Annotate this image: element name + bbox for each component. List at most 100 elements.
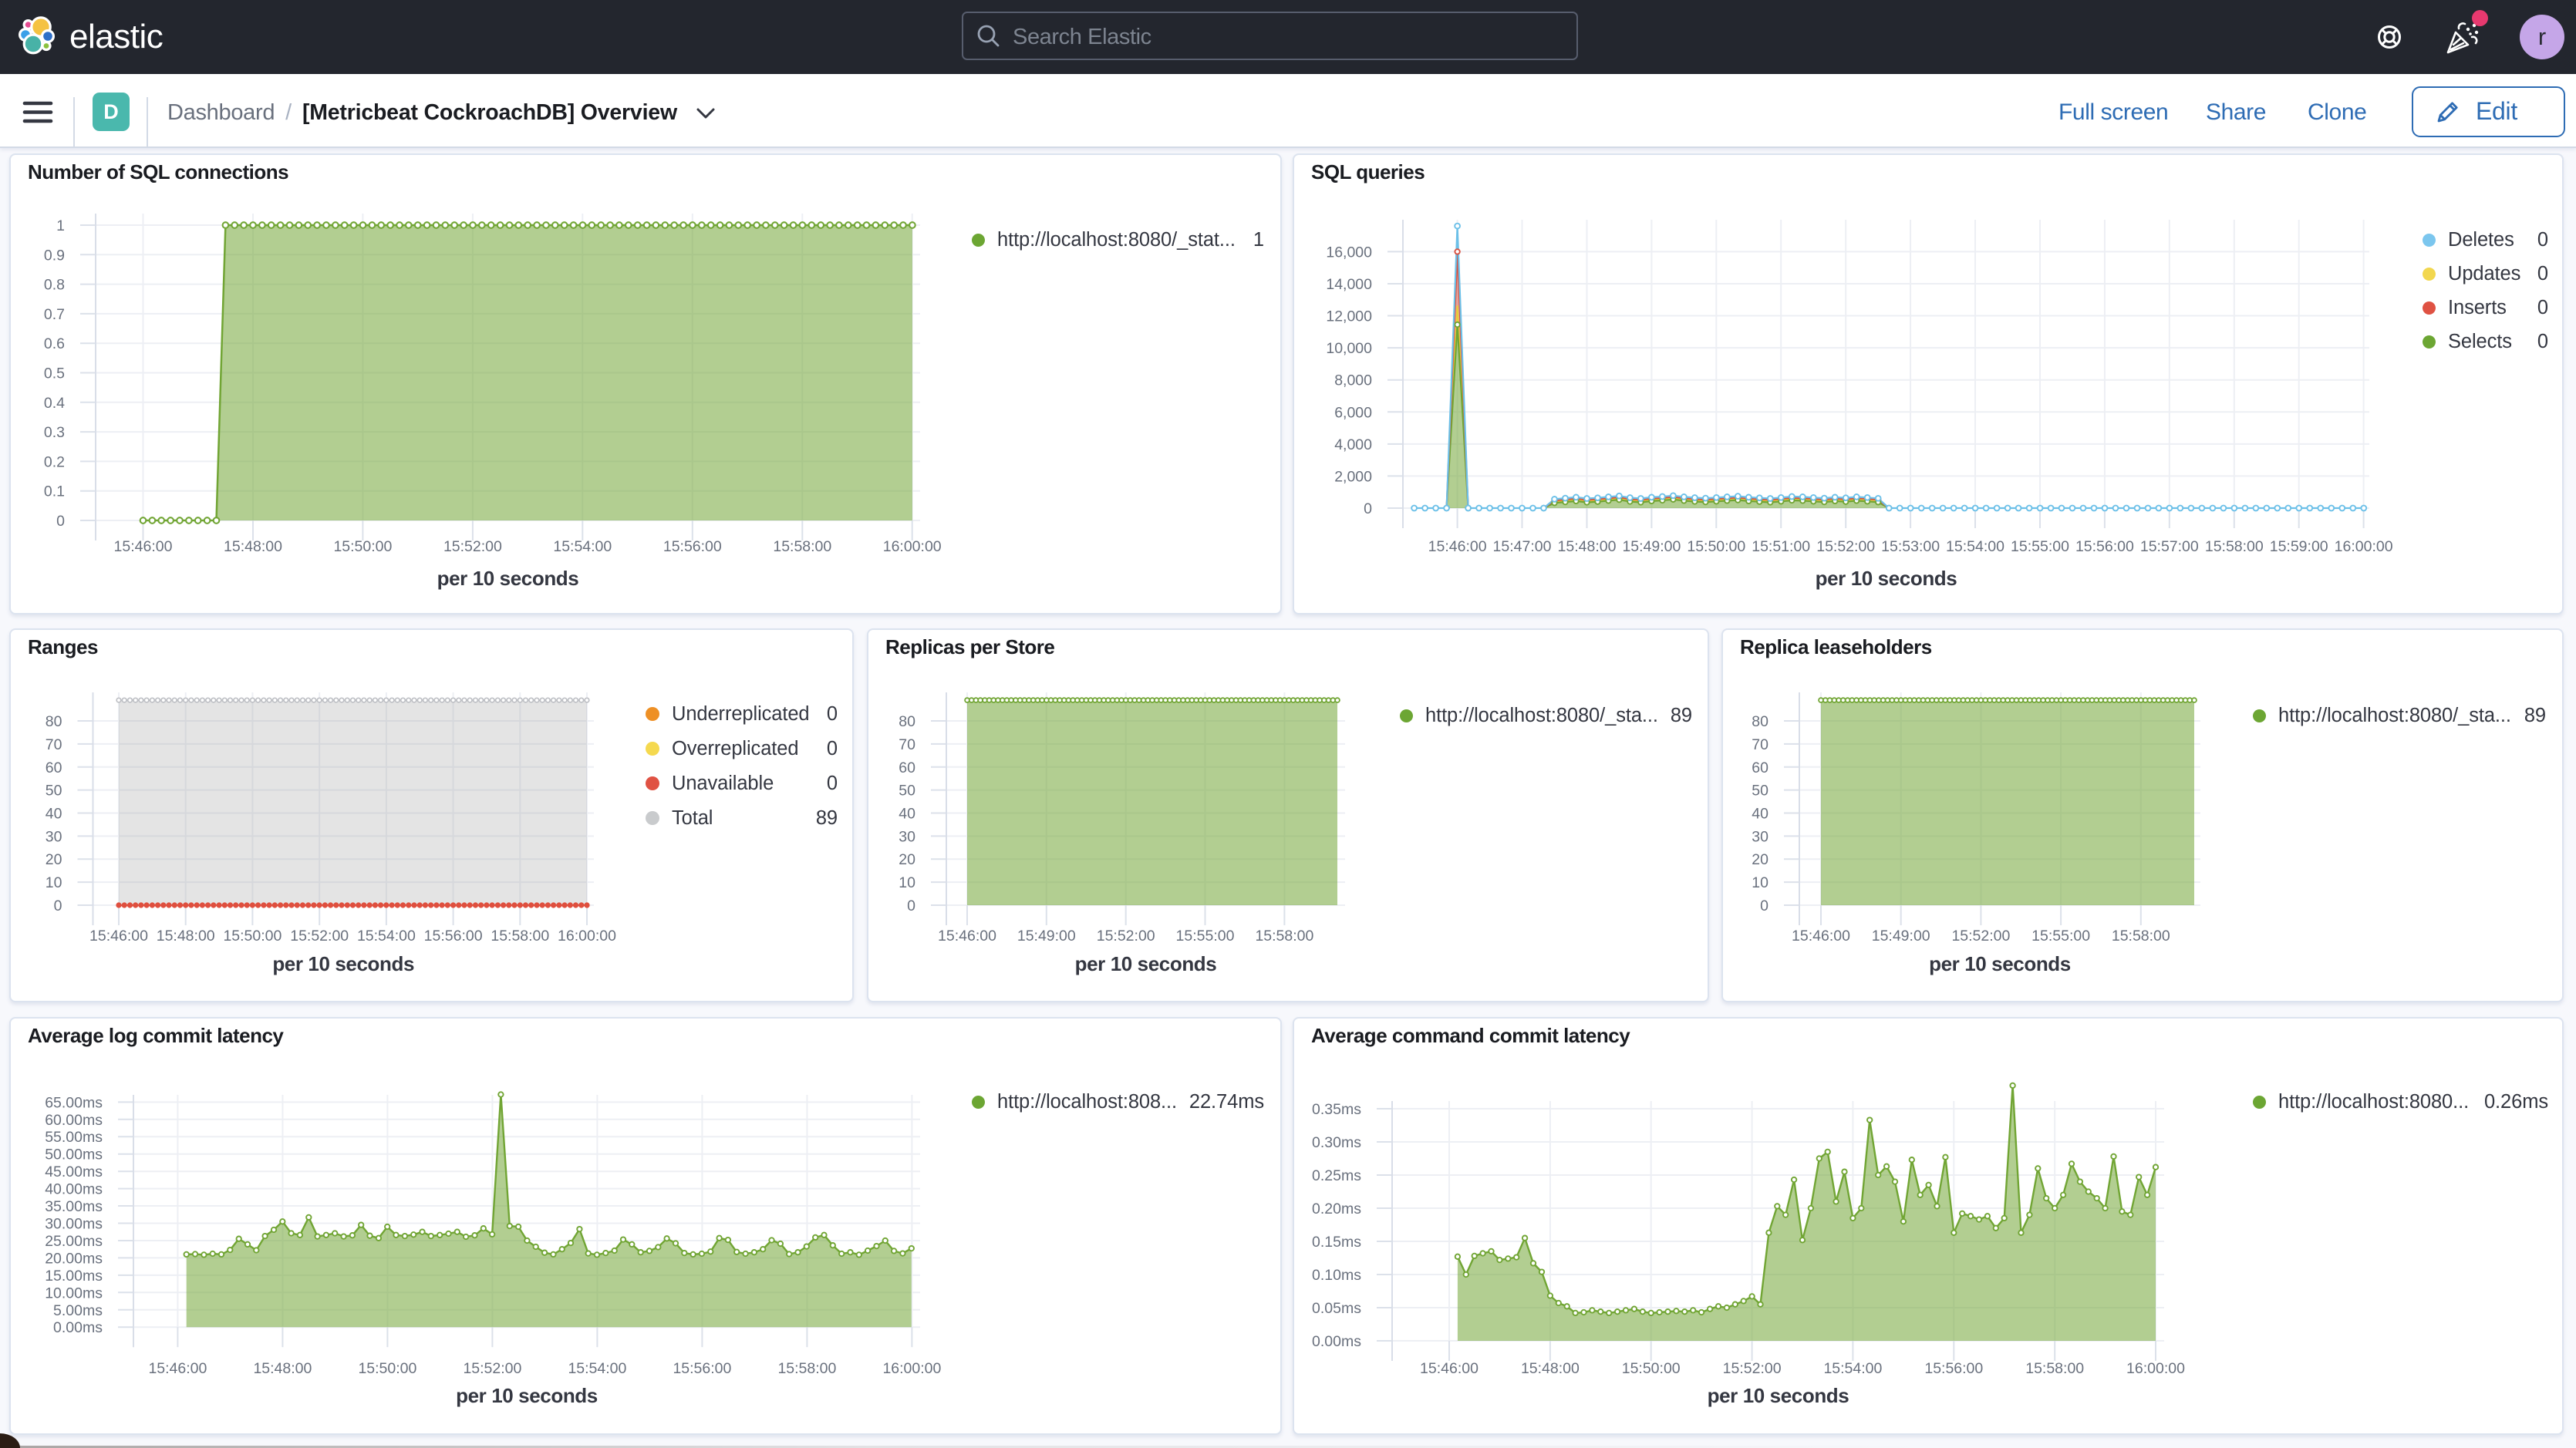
svg-text:16:00:00: 16:00:00 — [2126, 1360, 2185, 1377]
svg-text:30: 30 — [46, 828, 62, 845]
svg-text:15:50:00: 15:50:00 — [358, 1360, 416, 1377]
svg-text:40: 40 — [899, 806, 915, 823]
svg-text:15:46:00: 15:46:00 — [938, 928, 996, 945]
svg-text:70: 70 — [899, 736, 915, 753]
svg-text:15:52:00: 15:52:00 — [1951, 928, 2010, 945]
svg-text:15:50:00: 15:50:00 — [333, 538, 392, 555]
svg-text:15:56:00: 15:56:00 — [1924, 1360, 1983, 1377]
svg-text:15:54:00: 15:54:00 — [1823, 1360, 1882, 1377]
svg-text:20: 20 — [1752, 851, 1768, 868]
svg-text:15:48:00: 15:48:00 — [1558, 538, 1617, 555]
svg-text:15:48:00: 15:48:00 — [157, 928, 215, 945]
svg-text:50: 50 — [1752, 783, 1768, 800]
svg-text:15:51:00: 15:51:00 — [1752, 538, 1810, 555]
svg-text:15:52:00: 15:52:00 — [463, 1360, 521, 1377]
svg-text:15:46:00: 15:46:00 — [1428, 538, 1487, 555]
svg-text:15:46:00: 15:46:00 — [89, 928, 148, 945]
svg-text:15:58:00: 15:58:00 — [777, 1360, 836, 1377]
svg-text:15:54:00: 15:54:00 — [357, 928, 416, 945]
svg-text:15:58:00: 15:58:00 — [491, 928, 549, 945]
svg-text:55.00ms: 55.00ms — [45, 1129, 103, 1146]
svg-text:15:53:00: 15:53:00 — [1881, 538, 1940, 555]
svg-text:10: 10 — [899, 874, 915, 891]
svg-text:0.05ms: 0.05ms — [1312, 1300, 1361, 1317]
svg-text:15:54:00: 15:54:00 — [568, 1360, 626, 1377]
svg-text:20: 20 — [899, 851, 915, 868]
svg-text:14,000: 14,000 — [1326, 276, 1372, 293]
svg-text:40: 40 — [1752, 806, 1768, 823]
svg-text:0: 0 — [1760, 897, 1768, 914]
svg-text:0.5: 0.5 — [44, 365, 65, 382]
svg-text:20.00ms: 20.00ms — [45, 1250, 103, 1267]
svg-text:4,000: 4,000 — [1334, 436, 1372, 453]
svg-text:0.00ms: 0.00ms — [53, 1319, 103, 1336]
svg-text:50: 50 — [899, 783, 915, 800]
svg-text:15:46:00: 15:46:00 — [114, 538, 173, 555]
svg-text:0.4: 0.4 — [44, 395, 65, 412]
svg-text:0.00ms: 0.00ms — [1312, 1333, 1361, 1350]
svg-text:0: 0 — [1364, 500, 1372, 517]
svg-text:10.00ms: 10.00ms — [45, 1285, 103, 1302]
svg-text:15:52:00: 15:52:00 — [1723, 1360, 1782, 1377]
svg-text:per 10 seconds: per 10 seconds — [456, 1384, 598, 1407]
svg-text:15:55:00: 15:55:00 — [2031, 928, 2090, 945]
svg-text:30.00ms: 30.00ms — [45, 1216, 103, 1233]
svg-text:0.6: 0.6 — [44, 335, 65, 352]
svg-text:0.10ms: 0.10ms — [1312, 1267, 1361, 1284]
svg-text:15:58:00: 15:58:00 — [1255, 928, 1313, 945]
svg-text:60.00ms: 60.00ms — [45, 1112, 103, 1129]
svg-text:50: 50 — [46, 783, 62, 800]
svg-text:0: 0 — [56, 513, 65, 530]
svg-text:16:00:00: 16:00:00 — [2335, 538, 2393, 555]
svg-text:70: 70 — [1752, 736, 1768, 753]
svg-text:0.2: 0.2 — [44, 453, 65, 470]
svg-text:0: 0 — [907, 897, 915, 914]
svg-text:15:59:00: 15:59:00 — [2270, 538, 2328, 555]
svg-text:60: 60 — [899, 759, 915, 776]
svg-text:6,000: 6,000 — [1334, 404, 1372, 421]
svg-text:15:46:00: 15:46:00 — [1792, 928, 1850, 945]
svg-text:0.30ms: 0.30ms — [1312, 1134, 1361, 1151]
svg-text:45.00ms: 45.00ms — [45, 1163, 103, 1180]
svg-text:15:56:00: 15:56:00 — [663, 538, 722, 555]
svg-text:80: 80 — [46, 713, 62, 730]
svg-text:15:52:00: 15:52:00 — [1816, 538, 1875, 555]
svg-text:15:49:00: 15:49:00 — [1872, 928, 1930, 945]
svg-text:35.00ms: 35.00ms — [45, 1198, 103, 1215]
svg-text:0.20ms: 0.20ms — [1312, 1200, 1361, 1217]
svg-text:80: 80 — [1752, 713, 1768, 730]
svg-text:15:49:00: 15:49:00 — [1622, 538, 1681, 555]
svg-text:0.15ms: 0.15ms — [1312, 1234, 1361, 1251]
svg-text:60: 60 — [1752, 759, 1768, 776]
svg-text:15:52:00: 15:52:00 — [290, 928, 349, 945]
svg-text:16:00:00: 16:00:00 — [883, 538, 942, 555]
svg-text:15:50:00: 15:50:00 — [1622, 1360, 1681, 1377]
svg-text:60: 60 — [46, 759, 62, 776]
svg-text:15:58:00: 15:58:00 — [2025, 1360, 2084, 1377]
svg-text:10,000: 10,000 — [1326, 340, 1372, 357]
svg-text:70: 70 — [46, 736, 62, 753]
svg-text:20: 20 — [46, 851, 62, 868]
svg-text:16:00:00: 16:00:00 — [882, 1360, 941, 1377]
svg-text:15:50:00: 15:50:00 — [223, 928, 282, 945]
svg-text:15:48:00: 15:48:00 — [1521, 1360, 1580, 1377]
svg-text:per 10 seconds: per 10 seconds — [272, 952, 414, 975]
svg-text:0: 0 — [54, 897, 62, 914]
svg-text:15:46:00: 15:46:00 — [148, 1360, 207, 1377]
svg-text:80: 80 — [899, 713, 915, 730]
svg-text:15:49:00: 15:49:00 — [1017, 928, 1076, 945]
svg-text:per 10 seconds: per 10 seconds — [1708, 1384, 1849, 1407]
svg-text:15:47:00: 15:47:00 — [1493, 538, 1552, 555]
svg-text:10: 10 — [46, 874, 62, 891]
svg-text:30: 30 — [899, 828, 915, 845]
svg-text:15:57:00: 15:57:00 — [2140, 538, 2199, 555]
svg-text:30: 30 — [1752, 828, 1768, 845]
svg-text:8,000: 8,000 — [1334, 372, 1372, 389]
svg-text:0.7: 0.7 — [44, 306, 65, 323]
svg-text:15:56:00: 15:56:00 — [2075, 538, 2134, 555]
svg-text:0.25ms: 0.25ms — [1312, 1167, 1361, 1184]
svg-text:15:52:00: 15:52:00 — [443, 538, 502, 555]
svg-text:12,000: 12,000 — [1326, 308, 1372, 325]
svg-text:40: 40 — [46, 806, 62, 823]
svg-text:5.00ms: 5.00ms — [53, 1302, 103, 1319]
